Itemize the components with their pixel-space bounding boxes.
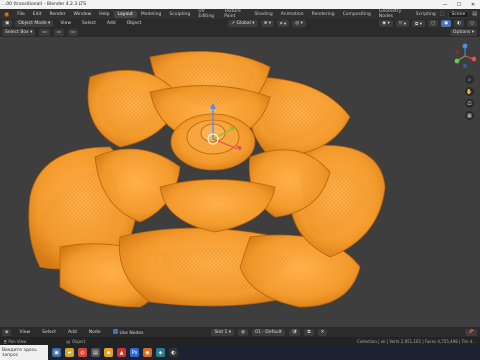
checkbox-checked-icon bbox=[112, 328, 118, 334]
fake-user-icon[interactable]: 🛡 bbox=[288, 328, 301, 336]
options-label: Options bbox=[452, 30, 471, 35]
perspective-toggle-icon[interactable]: ▦ bbox=[465, 111, 474, 120]
menu-view-bottom[interactable]: View bbox=[15, 330, 34, 335]
scene-field[interactable]: Scene bbox=[447, 10, 470, 18]
material-browse-icon[interactable]: ◍ bbox=[238, 328, 249, 336]
menu-object[interactable]: Object bbox=[123, 21, 146, 26]
context-menu-icon: ▤ bbox=[66, 338, 71, 344]
tab-compositing[interactable]: Compositing bbox=[339, 11, 375, 18]
menu-file[interactable]: File bbox=[13, 12, 29, 17]
tab-scripting[interactable]: Scripting bbox=[412, 11, 440, 18]
select-mode-extend[interactable]: ▭ bbox=[53, 29, 64, 36]
menu-node[interactable]: Node bbox=[85, 330, 105, 335]
material-name-field[interactable]: 01 - Default bbox=[252, 328, 285, 336]
taskbar-search-input[interactable]: Введите здесь запрос bbox=[0, 345, 48, 360]
blender-taskbar-icon[interactable]: ◉ bbox=[143, 348, 152, 357]
visibility-dropdown[interactable]: ◉ ▾ bbox=[379, 20, 393, 27]
blender-logo-icon[interactable]: ◉ bbox=[0, 11, 13, 18]
use-nodes-label: Use Nodes bbox=[119, 330, 144, 336]
snap-toggle[interactable]: ⌗ ▾ bbox=[277, 20, 290, 27]
viewport-canvas[interactable] bbox=[0, 37, 480, 327]
window-title: ...00 (transitional) - Blender 4.2.3 LTS bbox=[2, 2, 87, 7]
select-box-dropdown[interactable]: Select Box ▾ bbox=[2, 29, 36, 36]
task-view-icon[interactable]: ▣ bbox=[52, 348, 61, 357]
orientation-icon: ↗ bbox=[231, 21, 236, 26]
scene-selector: ⬚ Scene ▤ bbox=[439, 10, 480, 18]
app-icon-2[interactable]: ◆ bbox=[104, 348, 113, 357]
3d-viewport[interactable]: ⌕ ✋ ⎚ ▦ bbox=[0, 37, 480, 327]
slot-dropdown[interactable]: Slot 1 ▾ bbox=[211, 328, 235, 336]
app-icon-6[interactable]: ◐ bbox=[169, 348, 178, 357]
mid-petal-bottom bbox=[159, 179, 276, 233]
window-controls: — ☐ ✕ bbox=[438, 2, 480, 8]
menu-window[interactable]: Window bbox=[70, 12, 96, 17]
hand-pan-icon[interactable]: ✋ bbox=[465, 87, 474, 96]
tab-layout[interactable]: Layout bbox=[113, 10, 137, 18]
select-mode-subtract[interactable]: ▭ bbox=[67, 29, 79, 36]
duplicate-material-icon[interactable]: ⧉ bbox=[304, 328, 314, 336]
status-context: Object bbox=[72, 338, 86, 344]
select-box-label: Select Box bbox=[5, 30, 29, 35]
tab-modeling[interactable]: Modeling bbox=[137, 11, 165, 18]
tab-sculpting[interactable]: Sculpting bbox=[165, 11, 194, 18]
menu-render[interactable]: Render bbox=[46, 12, 70, 17]
mode-dropdown[interactable]: Object Mode ▾ bbox=[15, 20, 54, 27]
app-icon-3[interactable]: ▲ bbox=[117, 348, 126, 357]
node-editor-header: ◈ View Select Add Node Use Nodes Slot 1 … bbox=[0, 327, 480, 337]
editor-type-icon[interactable]: ▣ bbox=[2, 20, 13, 27]
minimize-button[interactable]: — bbox=[438, 2, 452, 8]
status-bar: 🖱 Pan View ▤ Object Collection | oil | V… bbox=[0, 337, 480, 345]
scene-stats: Collection | oil | Verts 2,951,161 | Fac… bbox=[357, 338, 476, 344]
top-menu-bar: ◉ File Edit Render Window Help Layout Mo… bbox=[0, 9, 480, 19]
options-dropdown[interactable]: Options ▾ bbox=[449, 29, 477, 36]
shading-solid-button[interactable]: ● bbox=[441, 20, 452, 27]
viewport-header: ▣ Object Mode ▾ View Select Add Object ↗… bbox=[0, 19, 480, 28]
tab-shading[interactable]: Shading bbox=[250, 11, 276, 18]
file-explorer-icon[interactable]: ▰ bbox=[65, 348, 74, 357]
status-pan: Pan View bbox=[8, 338, 27, 344]
overlay-toggle[interactable]: ⧉ ▾ bbox=[412, 20, 425, 27]
camera-view-icon[interactable]: ⎚ bbox=[465, 99, 474, 108]
tool-settings-header: Select Box ▾ ▭ ▭ ▭ Options ▾ bbox=[0, 28, 480, 37]
proportional-edit-toggle[interactable]: ◎ ▾ bbox=[292, 20, 306, 27]
view-layer-icon[interactable]: ▤ bbox=[472, 11, 477, 17]
menu-view[interactable]: View bbox=[56, 21, 75, 26]
menu-select[interactable]: Select bbox=[78, 21, 100, 26]
pin-icon[interactable]: 📌 bbox=[465, 328, 477, 336]
app-icon-4[interactable]: Ps bbox=[130, 348, 139, 357]
gizmo-toggle[interactable]: ⤧ ▾ bbox=[395, 20, 410, 27]
slot-label: Slot 1 bbox=[214, 329, 228, 335]
tab-rendering[interactable]: Rendering bbox=[308, 11, 339, 18]
app-icon-5[interactable]: ◈ bbox=[156, 348, 165, 357]
use-nodes-checkbox[interactable]: Use Nodes bbox=[109, 328, 148, 336]
scene-icon: ⬚ bbox=[439, 11, 445, 17]
navigation-gizmo[interactable] bbox=[454, 43, 476, 69]
mode-label: Object Mode bbox=[18, 21, 47, 26]
menu-select-bottom[interactable]: Select bbox=[38, 330, 60, 335]
editor-type-node-icon[interactable]: ◈ bbox=[2, 328, 12, 336]
menu-help[interactable]: Help bbox=[95, 12, 113, 17]
menu-edit[interactable]: Edit bbox=[29, 12, 46, 17]
unlink-material-icon[interactable]: ✕ bbox=[317, 328, 328, 336]
menu-add-bottom[interactable]: Add bbox=[64, 330, 81, 335]
tab-animation[interactable]: Animation bbox=[277, 11, 308, 18]
os-taskbar: Введите здесь запрос ▣ ▰ ◎ ▤ ◆ ▲ Ps ◉ ◈ … bbox=[0, 345, 480, 360]
maximize-button[interactable]: ☐ bbox=[452, 2, 466, 8]
menu-add[interactable]: Add bbox=[103, 21, 120, 26]
transform-orientation-dropdown[interactable]: ↗ Global ▾ bbox=[228, 20, 258, 27]
app-icon-1[interactable]: ▤ bbox=[91, 348, 100, 357]
pivot-dropdown[interactable]: ⊕ ▾ bbox=[260, 20, 275, 27]
chrome-icon[interactable]: ◎ bbox=[78, 348, 87, 357]
shading-material-button[interactable]: ◐ bbox=[454, 20, 465, 27]
shading-rendered-button[interactable]: ○ bbox=[467, 20, 477, 27]
material-label: 01 - Default bbox=[255, 329, 282, 335]
xray-toggle[interactable]: ▢ bbox=[427, 20, 439, 27]
zoom-icon[interactable]: ⌕ bbox=[465, 75, 474, 84]
close-button[interactable]: ✕ bbox=[466, 2, 480, 8]
select-mode-new[interactable]: ▭ bbox=[39, 29, 50, 36]
orientation-label: Global bbox=[236, 21, 251, 26]
